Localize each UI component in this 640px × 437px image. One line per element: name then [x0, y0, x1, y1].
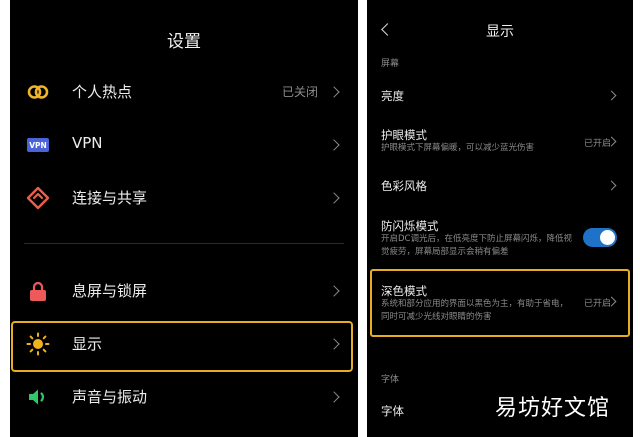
toggle-knob: [600, 230, 615, 245]
chevron-right-icon: [328, 139, 340, 151]
settings-item-label: 息屏与锁屏: [72, 282, 148, 300]
display-highlight-box: [11, 321, 353, 372]
chevron-right-icon: [328, 86, 340, 98]
lock-icon: [30, 281, 46, 301]
settings-item-label: 个人热点: [72, 83, 133, 101]
connection-share-icon: [26, 186, 50, 210]
settings-item-connection-share[interactable]: 连接与共享: [10, 174, 358, 222]
chevron-right-icon: [328, 192, 340, 204]
settings-item-hotspot[interactable]: 个人热点 已关闭: [10, 68, 358, 116]
settings-item-vpn[interactable]: VPN VPN: [10, 121, 358, 169]
page-title: 显示: [486, 24, 514, 40]
watermark: 易坊好文馆: [495, 396, 611, 421]
chevron-right-icon: [606, 180, 617, 191]
settings-item-description: 开启DC调光后，在低亮度下防止屏幕闪烁，降低视觉疲劳，屏幕局部显示会稍有偏差: [381, 234, 572, 257]
settings-item-label: 防闪烁模式: [381, 219, 439, 233]
chevron-right-icon: [328, 285, 340, 297]
settings-item-label: 连接与共享: [72, 189, 148, 207]
settings-panel: 设置 个人热点 已关闭 VPN VPN 连接与共享 息屏与锁屏 显示 声音与振动: [10, 0, 358, 437]
settings-item-sound[interactable]: 声音与振动: [10, 373, 358, 421]
vpn-icon: VPN: [27, 138, 49, 152]
svg-text:VPN: VPN: [29, 141, 47, 150]
settings-item-lock-screen[interactable]: 息屏与锁屏: [10, 267, 358, 315]
section-header-screen: 屏幕: [381, 59, 400, 69]
display-settings-panel: 显示 屏幕 亮度 护眼模式 护眼模式下屏幕偏暖，可以减少蓝光伤害 已开启 色彩风…: [367, 0, 633, 437]
section-header-font: 字体: [381, 375, 400, 385]
divider: [24, 243, 344, 244]
settings-item-label: 护眼模式: [381, 128, 427, 142]
chevron-right-icon: [606, 90, 617, 101]
settings-item-description: 护眼模式下屏幕偏暖，可以减少蓝光伤害: [381, 143, 535, 153]
dark-mode-highlight-box: [370, 269, 630, 337]
settings-item-label: 色彩风格: [381, 179, 427, 193]
hotspot-icon: [27, 85, 49, 99]
settings-item-label: 字体: [381, 404, 404, 418]
settings-item-label: VPN: [72, 134, 103, 152]
chevron-right-icon: [328, 391, 340, 403]
anti-flicker-toggle[interactable]: [583, 228, 617, 247]
settings-item-label: 声音与振动: [72, 388, 148, 406]
speaker-icon: [29, 389, 44, 405]
hotspot-status: 已关闭: [281, 85, 318, 99]
settings-item-label: 亮度: [381, 89, 404, 103]
page-title: 设置: [167, 32, 201, 52]
